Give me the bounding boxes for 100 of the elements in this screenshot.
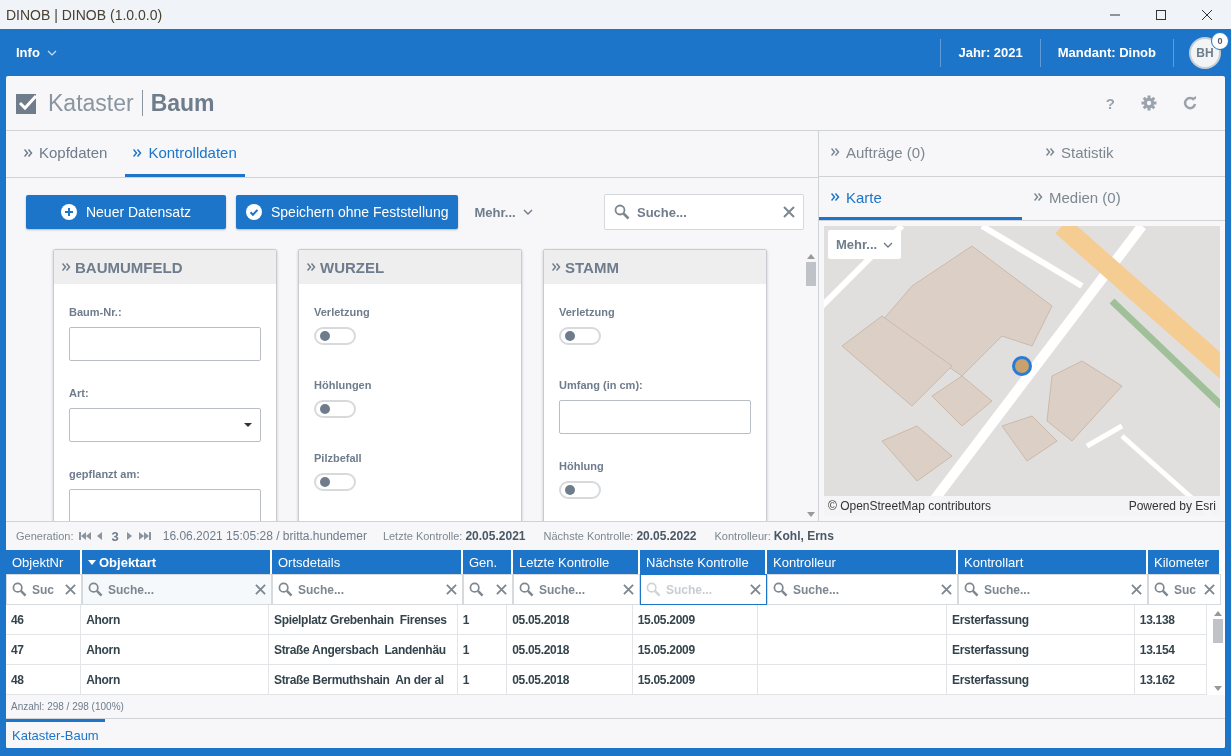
plus-icon [60, 204, 77, 220]
first-page-icon[interactable] [79, 532, 92, 540]
column-header[interactable]: Ortsdetails [272, 550, 463, 574]
table-cell: Ahorn [81, 635, 269, 665]
generation-date-text: 16.06.2021 15:05:28 / britta.hundemer [162, 529, 367, 543]
more-menu[interactable]: Mehr... [474, 204, 533, 220]
clear-icon[interactable] [623, 584, 634, 595]
scroll-down-icon[interactable] [1214, 686, 1222, 691]
input-field[interactable] [69, 327, 261, 361]
clear-icon[interactable] [255, 584, 266, 595]
chevron-icon [46, 49, 57, 56]
column-header[interactable]: Nächste Kontrolle [640, 550, 767, 574]
close-icon[interactable] [1201, 8, 1213, 21]
input-field[interactable] [559, 400, 751, 434]
settings-icon[interactable] [1141, 95, 1157, 111]
double-chevron-icon [552, 263, 561, 271]
column-header[interactable]: Gen. [463, 550, 513, 574]
panel-header: WURZEL [299, 250, 521, 284]
table-cell: 1 [457, 635, 508, 665]
clear-icon[interactable] [496, 584, 507, 595]
search-icon [964, 582, 979, 597]
client-label[interactable]: Mandant: Dinob [1040, 45, 1173, 60]
info-text: Kontrolleur: Kohl, Erns [714, 529, 834, 543]
toggle-switch[interactable] [314, 400, 356, 418]
table-cell: 15.05.2009 [632, 605, 759, 635]
clear-icon[interactable] [1204, 584, 1215, 595]
double-chevron-icon [133, 148, 143, 157]
double-chevron-icon [307, 263, 316, 271]
column-header[interactable]: ObjektNr [6, 550, 82, 574]
scrollbar-thumb[interactable] [1213, 619, 1223, 643]
search-icon [88, 582, 103, 597]
double-chevron-icon [831, 193, 840, 201]
table-cell: Ahorn [81, 605, 269, 635]
select-field[interactable] [69, 408, 261, 442]
toggle-switch[interactable] [559, 327, 601, 345]
panel-header: BAUMUMFELD [54, 250, 276, 284]
info-text: Letzte Kontrolle: 20.05.2021 [382, 529, 526, 543]
column-header[interactable]: Kontrollart [958, 550, 1148, 574]
scroll-down-icon[interactable] [807, 512, 815, 517]
table-cell: 15.05.2009 [632, 635, 759, 665]
toggle-switch[interactable] [314, 327, 356, 345]
toggle-switch[interactable] [314, 473, 356, 491]
scrollbar-thumb[interactable] [806, 262, 816, 286]
scroll-up-icon[interactable] [807, 254, 815, 259]
tab[interactable]: Medien (0) [1022, 177, 1225, 220]
checkbox-icon [16, 92, 38, 114]
record-count: Anzahl: 298 / 298 (100%) [6, 695, 1225, 719]
tab[interactable]: Kopfdaten [16, 131, 116, 177]
toggle-switch[interactable] [559, 481, 601, 499]
year-label[interactable]: Jahr: 2021 [941, 45, 1040, 60]
help-icon[interactable]: ? [1105, 94, 1115, 112]
column-header[interactable]: Kontrolleur [767, 550, 958, 574]
clear-icon[interactable] [750, 584, 761, 595]
input-field[interactable] [69, 489, 261, 521]
chevron-icon [883, 241, 894, 248]
next-icon[interactable] [126, 532, 133, 540]
double-chevron-icon [62, 263, 71, 271]
search-icon [773, 582, 788, 597]
clear-icon[interactable] [65, 584, 76, 595]
maximize-icon[interactable] [1155, 8, 1167, 21]
page-title: Kataster [48, 89, 134, 117]
double-chevron-icon [1034, 193, 1043, 201]
previous-icon[interactable] [97, 532, 104, 540]
field-label: Verletzung [314, 306, 370, 318]
field-label: Umfang (in cm): [559, 379, 643, 391]
column-header[interactable]: Letzte Kontrolle [513, 550, 640, 574]
search-field[interactable]: Suche... [604, 194, 804, 230]
last-page-icon[interactable] [138, 532, 151, 540]
search-icon [646, 582, 661, 597]
column-header[interactable]: Objektart [82, 550, 272, 574]
field-label: Höhlung [559, 460, 604, 472]
tab[interactable]: Karte [819, 177, 1022, 220]
refresh-icon[interactable] [1183, 96, 1197, 110]
clear-icon[interactable] [941, 584, 952, 595]
search-icon [278, 582, 293, 597]
tab[interactable]: Aufträge (0) [819, 131, 1022, 176]
check-circle-icon [246, 204, 262, 220]
table-cell: 1 [457, 605, 508, 635]
new-record-button[interactable]: Neuer Datensatz [26, 195, 226, 229]
field-label: Pilzbefall [314, 452, 362, 464]
save-button[interactable]: Speichern ohne Feststellung [236, 195, 459, 229]
table-cell: 05.05.2018 [507, 635, 633, 665]
tab[interactable]: Kataster-Baum [6, 719, 105, 748]
field-label: gepflanzt am: [69, 468, 140, 480]
more-menu[interactable]: Mehr... [828, 230, 902, 259]
double-chevron-icon [24, 148, 33, 157]
table-cell: Spielplatz Grebenhain Firenses [268, 605, 458, 635]
scroll-up-icon[interactable] [1214, 611, 1222, 616]
table-cell: Ersterfassung [947, 605, 1135, 635]
clear-icon[interactable] [446, 584, 457, 595]
sort-icon [88, 559, 96, 565]
clear-icon[interactable] [783, 206, 795, 218]
tab[interactable]: Statistik [1022, 131, 1225, 176]
column-header[interactable]: Kilometer [1148, 550, 1221, 574]
panel-header: STAMM [544, 250, 766, 284]
map-credit: Powered by Esri [1128, 499, 1216, 513]
tab[interactable]: Kontrolldaten [125, 131, 245, 177]
clear-icon[interactable] [1131, 584, 1142, 595]
chevron-icon [522, 209, 533, 215]
info-menu[interactable]: Info [16, 45, 57, 60]
